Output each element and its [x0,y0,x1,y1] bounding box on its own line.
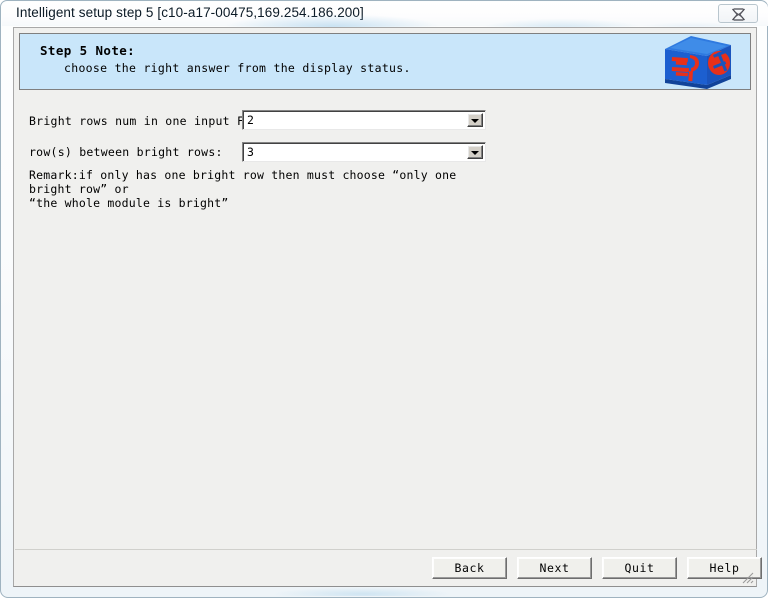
combo-rows-between-bright-rows-dropdown-button[interactable] [467,145,483,159]
back-button[interactable]: Back [432,557,507,579]
footer-divider [15,549,757,550]
chevron-down-icon [471,151,479,155]
step-subtitle: choose the right answer from the display… [64,61,411,75]
resize-grip[interactable] [741,571,754,584]
title-bar: Intelligent setup step 5 [c10-a17-00475,… [2,2,768,26]
application-window: Intelligent setup step 5 [c10-a17-00475,… [0,0,768,598]
combo-bright-rows-num[interactable]: 2 [242,110,486,130]
quit-button[interactable]: Quit [602,557,677,579]
remark-note: Remark:if only has one bright row then m… [29,168,457,210]
combo-bright-rows-num-value: 2 [247,113,254,127]
combo-rows-between-bright-rows[interactable]: 3 [242,142,486,162]
chevron-down-icon [471,119,479,123]
step-header-banner: Step 5 Note: choose the right answer fro… [19,33,751,90]
window-title: Intelligent setup step 5 [c10-a17-00475,… [16,5,364,20]
step-title: Step 5 Note: [40,43,136,58]
label-rows-between-bright-rows: row(s) between bright rows: [29,145,223,159]
combo-bright-rows-num-dropdown-button[interactable] [467,113,483,127]
next-button[interactable]: Next [517,557,592,579]
close-button[interactable] [718,4,758,23]
company-cube-logo [665,36,731,89]
label-bright-rows-num: Bright rows num in one input F/C : [29,114,273,128]
combo-rows-between-bright-rows-value: 3 [247,145,254,159]
dialog-client-area: Step 5 Note: choose the right answer fro… [13,27,762,587]
